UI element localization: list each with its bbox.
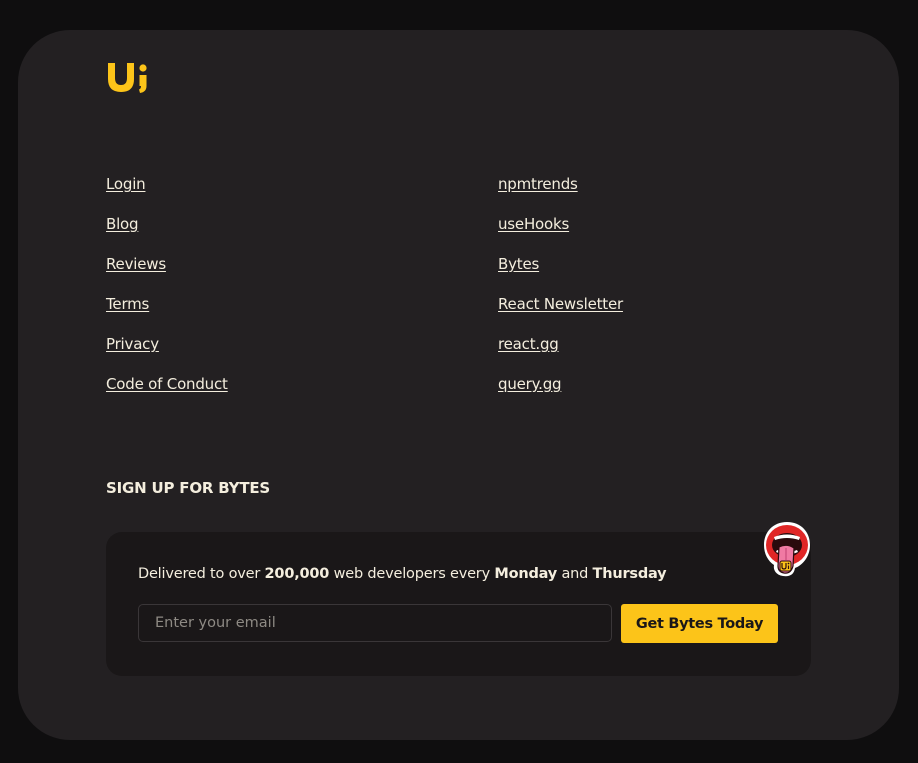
ui-logo-icon[interactable] bbox=[106, 61, 150, 93]
footer-link-usehooks[interactable]: useHooks bbox=[498, 214, 623, 254]
footer-link-login[interactable]: Login bbox=[106, 174, 228, 214]
mouth-tongue-sticker-icon bbox=[764, 522, 810, 577]
delivery-day-monday: Monday bbox=[494, 566, 558, 582]
footer-link-blog[interactable]: Blog bbox=[106, 214, 228, 254]
footer-link-react-newsletter[interactable]: React Newsletter bbox=[498, 294, 623, 334]
signup-box: Delivered to over 200,000 web developers… bbox=[106, 532, 811, 676]
delivery-text: Delivered to over 200,000 web developers… bbox=[138, 566, 667, 582]
footer-link-npmtrends[interactable]: npmtrends bbox=[498, 174, 623, 214]
footer-link-reviews[interactable]: Reviews bbox=[106, 254, 228, 294]
signup-heading: SIGN UP FOR BYTES bbox=[106, 479, 270, 497]
footer-link-privacy[interactable]: Privacy bbox=[106, 334, 228, 374]
delivery-text-prefix: Delivered to over bbox=[138, 566, 265, 582]
footer-link-bytes[interactable]: Bytes bbox=[498, 254, 623, 294]
delivery-text-middle: web developers every bbox=[329, 566, 495, 582]
footer-links-left: Login Blog Reviews Terms Privacy Code of… bbox=[106, 174, 228, 414]
footer-link-code-of-conduct[interactable]: Code of Conduct bbox=[106, 374, 228, 414]
email-input[interactable] bbox=[138, 604, 612, 642]
footer-card: Login Blog Reviews Terms Privacy Code of… bbox=[18, 30, 899, 740]
footer-links-right: npmtrends useHooks Bytes React Newslette… bbox=[498, 174, 623, 414]
footer-link-react-gg[interactable]: react.gg bbox=[498, 334, 623, 374]
footer-link-query-gg[interactable]: query.gg bbox=[498, 374, 623, 414]
footer-link-terms[interactable]: Terms bbox=[106, 294, 228, 334]
subscriber-count: 200,000 bbox=[264, 566, 330, 582]
delivery-day-thursday: Thursday bbox=[592, 566, 667, 582]
get-bytes-button[interactable]: Get Bytes Today bbox=[621, 604, 778, 643]
delivery-text-and: and bbox=[557, 566, 593, 582]
